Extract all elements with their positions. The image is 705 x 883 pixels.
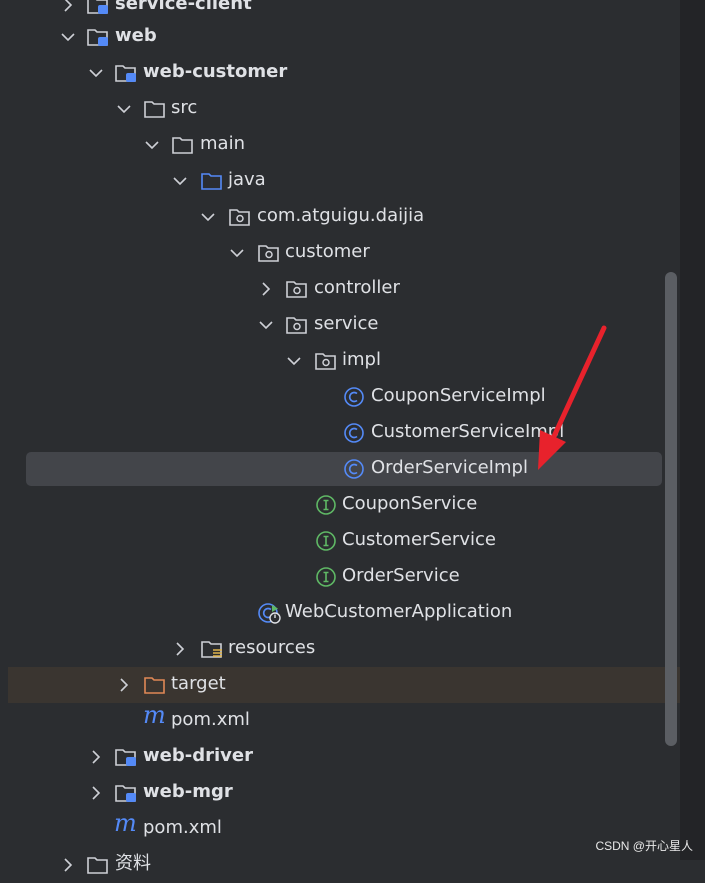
excluded-row-background bbox=[8, 667, 680, 703]
tree-row-label: service-client bbox=[115, 0, 252, 14]
class-icon bbox=[344, 387, 364, 407]
tree-row-label: web-driver bbox=[143, 745, 253, 766]
right-gutter bbox=[680, 0, 705, 860]
tree-row-main[interactable]: main bbox=[0, 127, 680, 163]
interface-icon bbox=[316, 567, 336, 587]
tree-row-label: controller bbox=[314, 277, 400, 298]
module-folder-icon bbox=[115, 749, 136, 766]
tree-row-web[interactable]: web bbox=[0, 19, 680, 55]
tree-row-label: pom.xml bbox=[143, 817, 222, 838]
module-folder-icon bbox=[115, 785, 136, 802]
tree-row-label: impl bbox=[342, 349, 381, 370]
class-icon bbox=[344, 423, 364, 443]
watermark: CSDN @开心星人 bbox=[595, 839, 693, 853]
chevron-down-icon[interactable] bbox=[257, 316, 275, 334]
folder-icon bbox=[144, 101, 165, 118]
tree-row-label: CustomerService bbox=[342, 529, 496, 550]
tree-row-label: OrderService bbox=[342, 565, 460, 586]
chevron-right-icon[interactable] bbox=[257, 280, 275, 298]
spring-boot-class-icon bbox=[258, 603, 281, 624]
tree-row-ziliao[interactable]: 资料 bbox=[0, 847, 680, 883]
tree-row-target[interactable]: target bbox=[0, 667, 680, 703]
tree-row-label: 资料 bbox=[115, 853, 151, 874]
tree-row-customer-service[interactable]: CustomerService bbox=[0, 523, 680, 559]
maven-icon: m bbox=[143, 701, 166, 729]
tree-row-label: web-mgr bbox=[143, 781, 233, 802]
tree-row-label: web-customer bbox=[143, 61, 288, 82]
tree-row-web-mgr[interactable]: web-mgr bbox=[0, 775, 680, 811]
source-folder-icon bbox=[201, 173, 222, 190]
package-icon bbox=[229, 209, 250, 226]
chevron-down-icon[interactable] bbox=[228, 244, 246, 262]
tree-row-label: src bbox=[171, 97, 198, 118]
chevron-down-icon[interactable] bbox=[199, 208, 217, 226]
chevron-down-icon[interactable] bbox=[171, 172, 189, 190]
interface-icon bbox=[316, 531, 336, 551]
tree-row-controller[interactable]: controller bbox=[0, 271, 680, 307]
module-folder-icon bbox=[87, 0, 108, 14]
chevron-right-icon[interactable] bbox=[59, 856, 77, 874]
tree-row-label: WebCustomerApplication bbox=[285, 601, 513, 622]
tree-row-label: web bbox=[115, 25, 157, 46]
tree-row-label: target bbox=[171, 673, 226, 694]
chevron-down-icon[interactable] bbox=[115, 100, 133, 118]
tree-row-label: service bbox=[314, 313, 379, 334]
folder-icon bbox=[87, 857, 108, 874]
tree-row-com-atguigu-daijia[interactable]: com.atguigu.daijia bbox=[0, 199, 680, 235]
tree-row-label: OrderServiceImpl bbox=[371, 457, 528, 478]
chevron-right-icon[interactable] bbox=[59, 0, 77, 14]
chevron-down-icon[interactable] bbox=[143, 136, 161, 154]
package-icon bbox=[286, 281, 307, 298]
excluded-folder-icon bbox=[144, 677, 165, 694]
tree-row-label: resources bbox=[228, 637, 316, 658]
tree-row-src[interactable]: src bbox=[0, 91, 680, 127]
package-icon bbox=[258, 245, 279, 262]
interface-icon bbox=[316, 495, 336, 515]
chevron-right-icon[interactable] bbox=[171, 640, 189, 658]
vertical-scrollbar[interactable] bbox=[665, 272, 677, 746]
chevron-down-icon[interactable] bbox=[285, 352, 303, 370]
tree-row-pom-xml[interactable]: m pom.xml bbox=[0, 811, 680, 847]
module-folder-icon bbox=[115, 65, 136, 82]
tree-row-customer[interactable]: customer bbox=[0, 235, 680, 271]
chevron-down-icon[interactable] bbox=[87, 64, 105, 82]
tree-row-web-driver[interactable]: web-driver bbox=[0, 739, 680, 775]
resources-folder-icon bbox=[201, 641, 222, 658]
tree-row-java[interactable]: java bbox=[0, 163, 680, 199]
tree-row-web-customer-application[interactable]: WebCustomerApplication bbox=[0, 595, 680, 631]
package-icon bbox=[286, 317, 307, 334]
chevron-right-icon[interactable] bbox=[87, 748, 105, 766]
class-icon bbox=[344, 459, 364, 479]
tree-row-label: customer bbox=[285, 241, 370, 262]
maven-icon: m bbox=[114, 809, 137, 837]
folder-icon bbox=[172, 137, 193, 154]
tree-row-coupon-service[interactable]: CouponService bbox=[0, 487, 680, 523]
tree-row-label: CouponService bbox=[342, 493, 478, 514]
tree-row-label: com.atguigu.daijia bbox=[257, 205, 425, 226]
module-folder-icon bbox=[87, 29, 108, 46]
tree-row-pom-xml[interactable]: m pom.xml bbox=[0, 703, 680, 739]
chevron-right-icon[interactable] bbox=[87, 784, 105, 802]
chevron-right-icon[interactable] bbox=[115, 676, 133, 694]
package-icon bbox=[315, 353, 336, 370]
tree-row-label: pom.xml bbox=[171, 709, 250, 730]
tree-row-label: java bbox=[228, 169, 266, 190]
tree-row-web-customer[interactable]: web-customer bbox=[0, 55, 680, 91]
tree-row-label: main bbox=[200, 133, 245, 154]
tree-row-resources[interactable]: resources bbox=[0, 631, 680, 667]
tree-row-order-service[interactable]: OrderService bbox=[0, 559, 680, 595]
chevron-down-icon[interactable] bbox=[59, 28, 77, 46]
annotation-arrow-icon bbox=[538, 325, 607, 470]
